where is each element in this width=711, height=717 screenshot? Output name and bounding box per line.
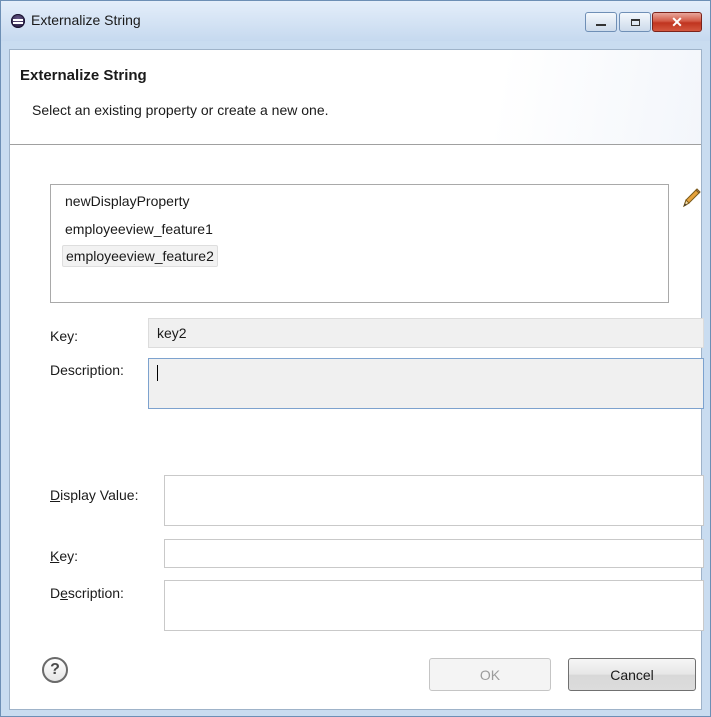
maximize-button[interactable] [619,12,651,32]
help-glyph: ? [50,661,60,678]
ok-button[interactable]: OK [429,658,551,691]
list-item[interactable]: employeeview_feature1 [62,219,216,239]
new-key-field[interactable] [164,539,704,568]
maximize-icon [630,18,640,26]
close-button[interactable]: ✕ [652,12,702,32]
dialog-body: Externalize String Select an existing pr… [9,49,704,710]
selected-key-value: key2 [157,325,187,341]
new-description-label: Description: [50,585,124,601]
selected-description-field[interactable] [148,358,704,409]
window-title: Externalize String [31,12,141,28]
ok-button-label: OK [479,666,501,683]
banner-title: Externalize String [20,67,147,84]
display-value-field[interactable] [164,475,704,526]
property-list[interactable]: newDisplayProperty employeeview_feature1… [50,184,669,303]
cancel-button-label: Cancel [610,666,654,683]
cancel-button[interactable]: Cancel [568,658,696,691]
eclipse-icon [11,14,25,28]
dialog-window: Externalize String ✕ Externalize String … [0,0,711,717]
pencil-icon[interactable] [680,187,702,209]
selected-key-field: key2 [148,318,704,348]
banner-message: Select an existing property or create a … [32,102,329,118]
title-bar[interactable]: Externalize String ✕ [1,1,710,41]
help-icon[interactable]: ? [42,657,68,683]
list-item-selected[interactable]: employeeview_feature2 [62,245,218,267]
new-description-field[interactable] [164,580,704,631]
close-icon: ✕ [671,13,683,30]
list-item[interactable]: newDisplayProperty [62,191,193,211]
display-value-label: Display Value: [50,487,139,503]
selected-key-label: Key: [50,328,79,344]
dialog-banner: Externalize String Select an existing pr… [10,50,701,145]
minimize-icon [596,24,606,26]
minimize-button[interactable] [585,12,617,32]
selected-description-label: Description: [50,362,124,378]
text-caret [157,365,158,381]
new-key-label: Key: [50,548,79,564]
